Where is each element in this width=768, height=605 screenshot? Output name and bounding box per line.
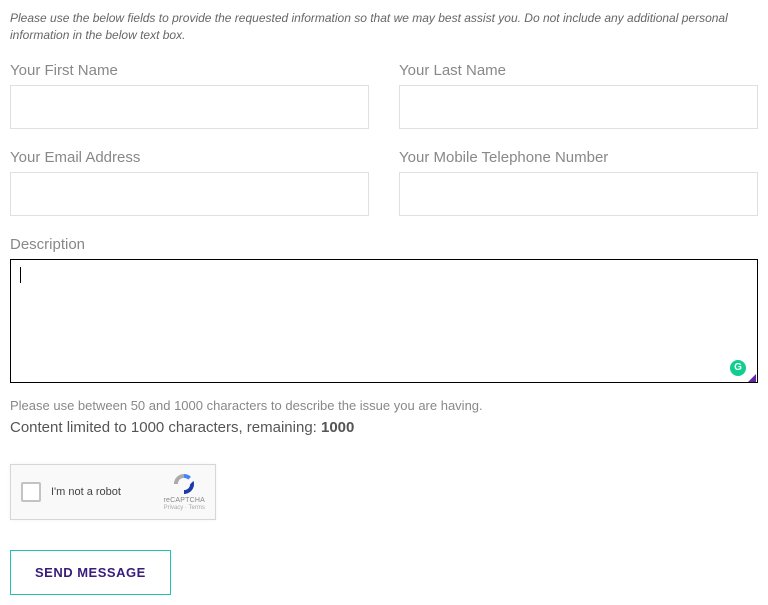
phone-label: Your Mobile Telephone Number: [399, 149, 758, 166]
email-input[interactable]: [10, 172, 369, 216]
description-label: Description: [10, 236, 758, 253]
field-first-name: Your First Name: [10, 62, 369, 129]
phone-input[interactable]: [399, 172, 758, 216]
email-label: Your Email Address: [10, 149, 369, 166]
row-name: Your First Name Your Last Name: [10, 62, 758, 129]
resize-handle-icon[interactable]: [748, 374, 756, 382]
recaptcha-label: I'm not a robot: [51, 486, 164, 498]
field-last-name: Your Last Name: [399, 62, 758, 129]
description-wrap: G: [10, 259, 758, 388]
field-phone: Your Mobile Telephone Number: [399, 149, 758, 216]
counter-prefix: Content limited to 1000 characters, rema…: [10, 419, 321, 436]
first-name-label: Your First Name: [10, 62, 369, 79]
recaptcha-name: reCAPTCHA: [164, 497, 205, 504]
last-name-label: Your Last Name: [399, 62, 758, 79]
field-email: Your Email Address: [10, 149, 369, 216]
recaptcha-terms: Privacy · Terms: [164, 505, 205, 511]
description-textarea[interactable]: [10, 259, 758, 383]
recaptcha-widget[interactable]: I'm not a robot reCAPTCHA Privacy · Term…: [10, 464, 216, 520]
first-name-input[interactable]: [10, 85, 369, 129]
grammarly-icon[interactable]: G: [730, 360, 746, 376]
recaptcha-logo-icon: [172, 472, 196, 496]
send-message-button[interactable]: SEND MESSAGE: [10, 550, 171, 595]
last-name-input[interactable]: [399, 85, 758, 129]
recaptcha-branding: reCAPTCHA Privacy · Terms: [164, 472, 205, 511]
text-cursor: [20, 267, 21, 283]
counter-value: 1000: [321, 419, 354, 436]
recaptcha-checkbox[interactable]: [21, 482, 41, 502]
char-counter: Content limited to 1000 characters, rema…: [10, 419, 758, 436]
form-intro: Please use the below fields to provide t…: [10, 10, 758, 44]
description-hint: Please use between 50 and 1000 character…: [10, 398, 758, 413]
row-contact: Your Email Address Your Mobile Telephone…: [10, 149, 758, 216]
